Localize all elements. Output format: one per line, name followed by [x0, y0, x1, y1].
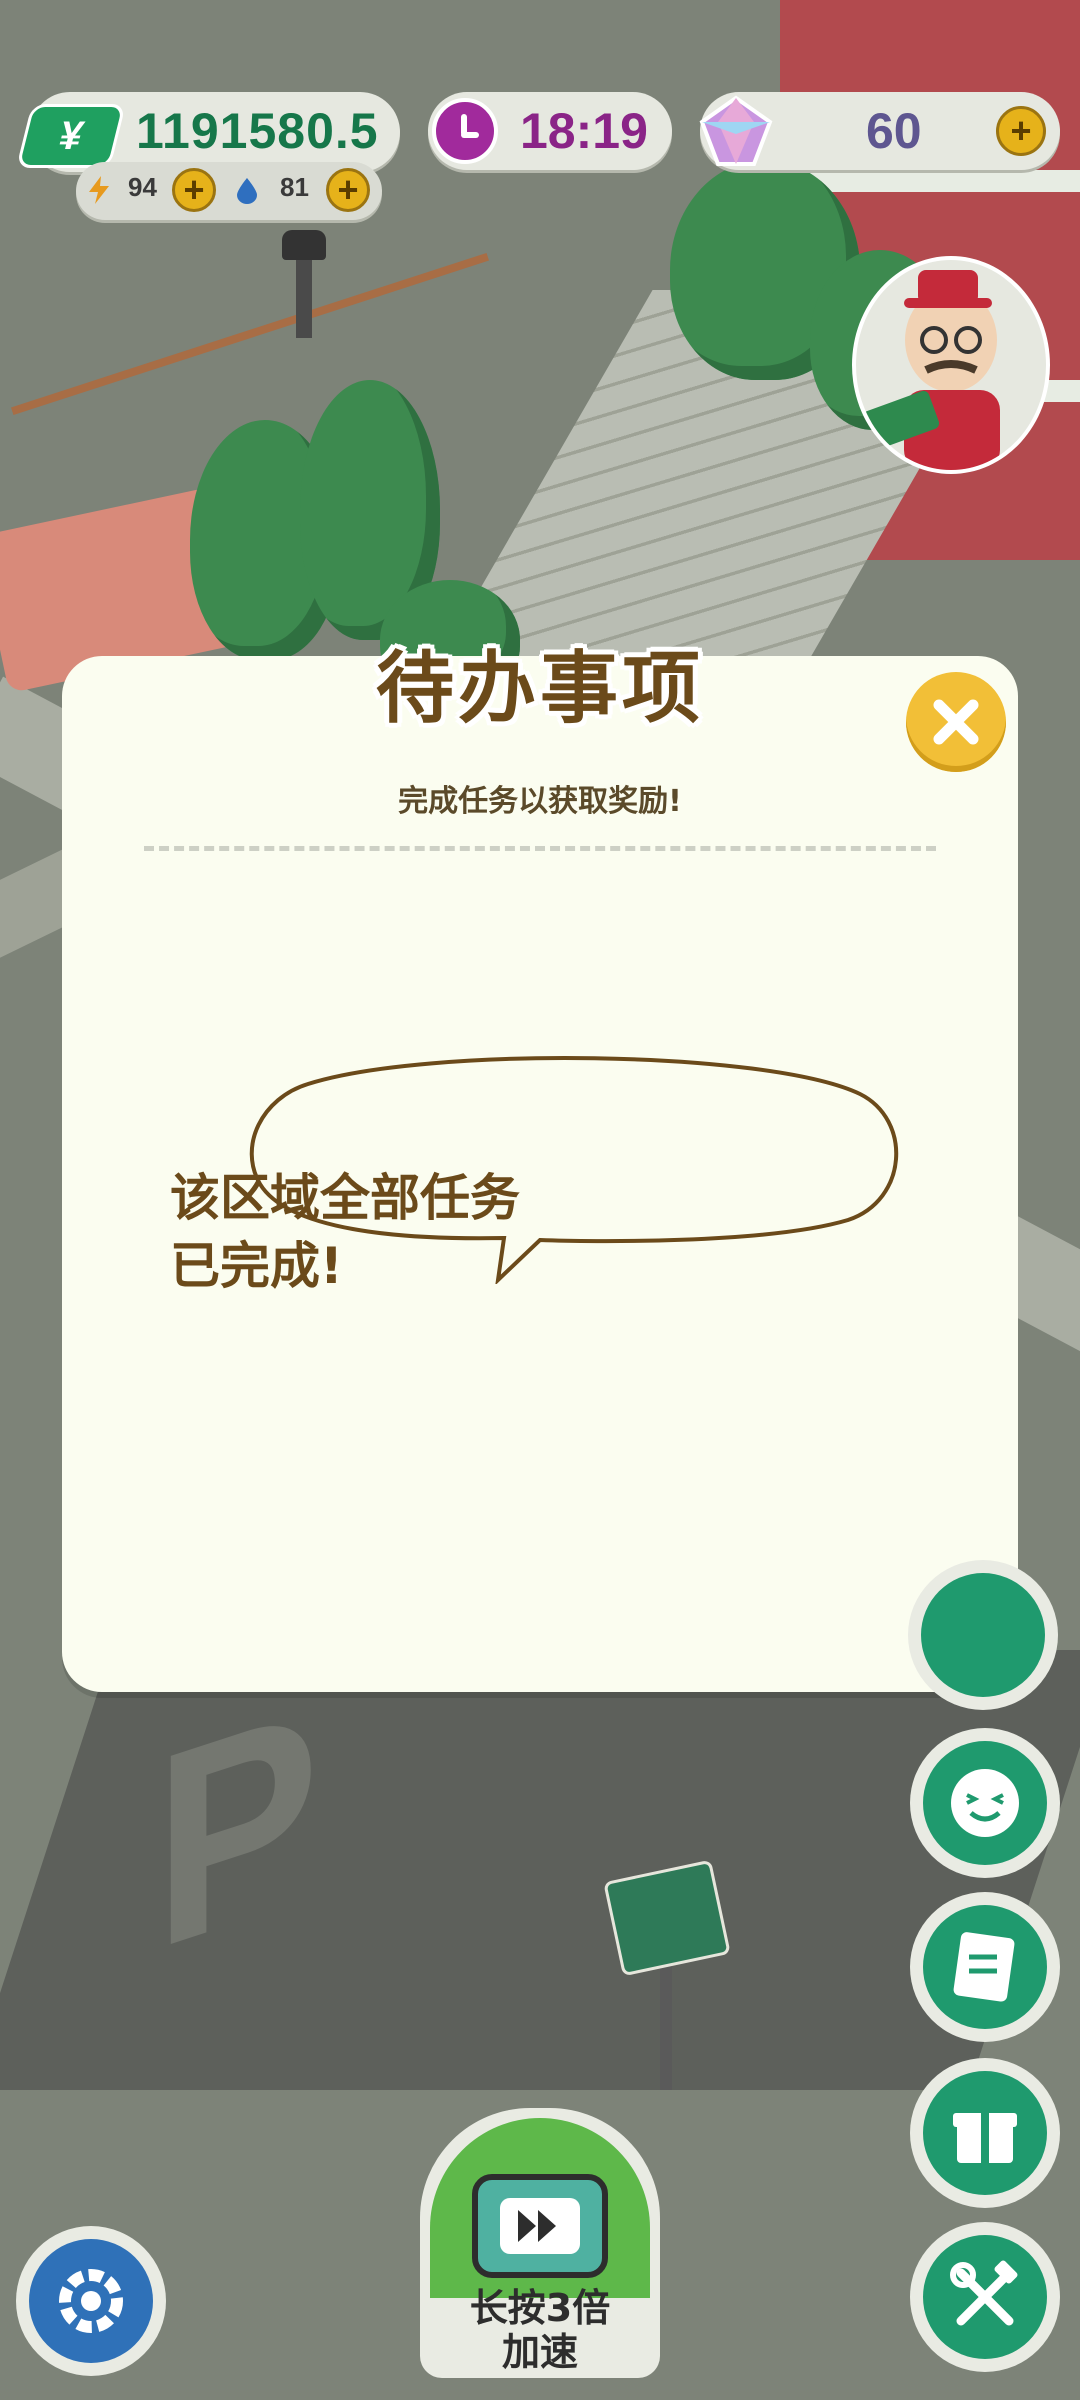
- smiley-icon: [951, 1769, 1019, 1837]
- panel-subtitle: 完成任务以获取奖励!: [398, 784, 682, 819]
- gift-button[interactable]: [910, 2058, 1060, 2208]
- railing: [10, 252, 490, 416]
- water-value: 81: [280, 172, 309, 202]
- tv-fast-forward-icon: [472, 2174, 608, 2278]
- settings-button[interactable]: [16, 2226, 166, 2376]
- time-value: 18:19: [520, 103, 648, 159]
- add-water-button[interactable]: +: [326, 168, 370, 212]
- money-counter: ¥ 1191580.5: [16, 92, 400, 172]
- emoji-button[interactable]: [910, 1728, 1060, 1878]
- cash-icon: ¥: [16, 104, 126, 168]
- side-button-partial[interactable]: [908, 1560, 1058, 1710]
- speed-up-button[interactable]: 长按3倍 加速: [420, 2108, 660, 2378]
- npc-merchant-avatar[interactable]: [852, 256, 1050, 474]
- gem-counter: 60 +: [699, 92, 1060, 170]
- tools-button[interactable]: [910, 2222, 1060, 2372]
- resource-bar: 94 + 81 +: [76, 162, 382, 220]
- close-button[interactable]: [906, 672, 1006, 772]
- gem-value: 60: [866, 103, 922, 159]
- completion-message: 该区域全部任务 已完成!: [170, 1164, 600, 1300]
- todo-panel: 待办事项 完成任务以获取奖励! 该区域全部任务 已完成!: [62, 644, 1018, 1692]
- currency-symbol: ¥: [54, 113, 88, 158]
- panel-title: 待办事项: [375, 644, 704, 734]
- message-line-2: 已完成!: [170, 1237, 343, 1295]
- street-lamp-head: [282, 230, 326, 260]
- game-clock: 18:19: [428, 92, 672, 170]
- add-gems-button[interactable]: +: [996, 106, 1046, 156]
- merchant-icon: [862, 270, 1000, 470]
- gear-icon: [59, 2269, 123, 2333]
- parking-p-marking: P: [154, 1649, 320, 2009]
- add-energy-button[interactable]: +: [172, 168, 216, 212]
- water-drop-icon: [237, 178, 257, 204]
- message-line-1: 该区域全部任务: [170, 1169, 520, 1227]
- gem-icon: [699, 95, 773, 166]
- gift-icon: [953, 2113, 1017, 2163]
- clock-icon: [432, 98, 498, 164]
- wrench-hammer-icon: [950, 2260, 1018, 2326]
- close-icon: [933, 699, 979, 745]
- lightning-icon: [89, 176, 109, 204]
- money-value: 1191580.5: [136, 103, 379, 159]
- speed-up-label: 长按3倍 加速: [420, 2286, 660, 2374]
- todo-list-button[interactable]: [910, 1892, 1060, 2042]
- energy-value: 94: [128, 172, 157, 202]
- dashed-divider: [144, 846, 936, 851]
- speed-up-line-1: 长按3倍: [469, 2286, 611, 2330]
- notepad-icon: [953, 1932, 1015, 2002]
- speed-up-line-2: 加速: [501, 2330, 578, 2374]
